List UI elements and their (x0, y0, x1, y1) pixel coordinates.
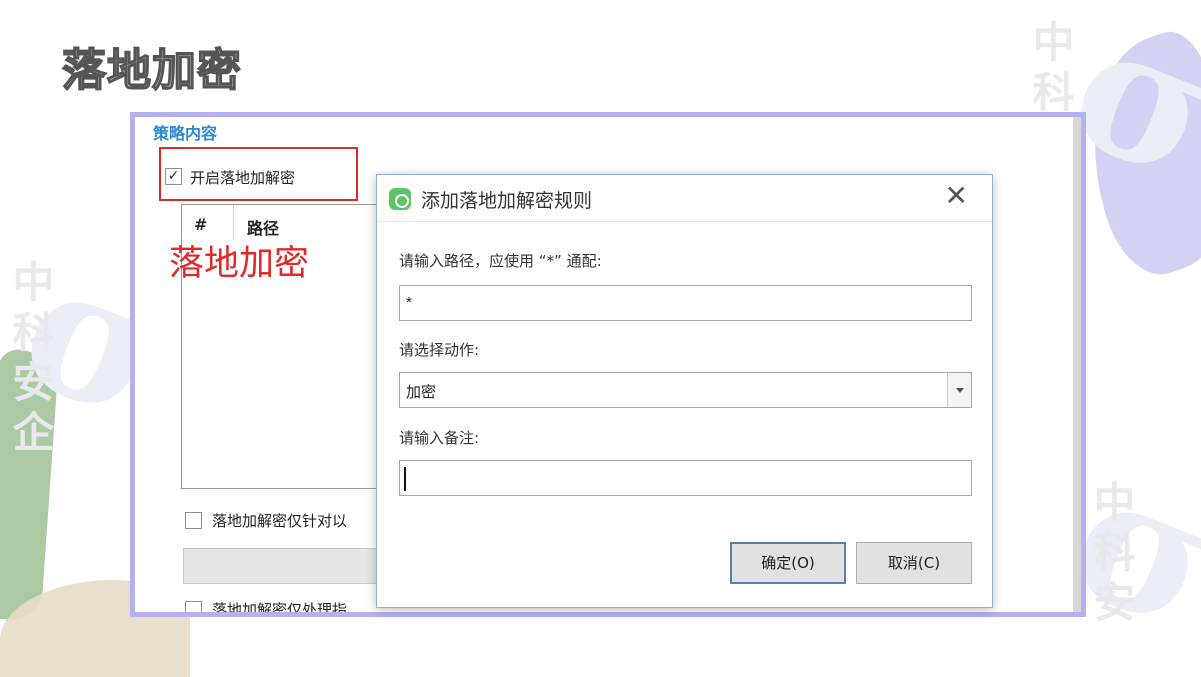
action-select[interactable]: 加密 (399, 372, 972, 408)
ok-button[interactable]: 确定(O) (730, 542, 846, 584)
path-label: 请输入路径，应使用 “*” 通配: (399, 252, 602, 270)
enable-decrypt-checkbox[interactable]: ✓ (165, 168, 182, 185)
text-caret (404, 467, 406, 491)
cancel-button[interactable]: 取消(C) (856, 542, 972, 584)
chevron-down-icon[interactable] (947, 373, 971, 407)
section-label-policy-content: 策略内容 (153, 124, 218, 143)
option-label-scope: 落地加解密仅针对以 (212, 512, 348, 530)
list-column-divider (233, 205, 234, 239)
slide-title: 落地加密 (61, 44, 242, 97)
annotation-text: 落地加密 (169, 244, 310, 284)
option-checkbox-scope[interactable] (185, 512, 202, 529)
option-label-process: 落地加解密仅处理指 (212, 601, 348, 617)
action-label: 请选择动作: (399, 341, 480, 359)
note-input[interactable] (399, 460, 972, 496)
add-rule-dialog: 添加落地加解密规则 ✕ 请输入路径，应使用 “*” 通配: * 请选择动作: 加… (376, 174, 993, 608)
action-select-value: 加密 (406, 383, 437, 401)
scrollbar[interactable] (1073, 117, 1081, 612)
enable-decrypt-label: 开启落地加解密 (190, 169, 296, 187)
dialog-title: 添加落地加解密规则 (421, 190, 593, 212)
app-icon (389, 188, 411, 210)
list-header-index: # (194, 215, 208, 234)
path-input[interactable]: * (399, 285, 972, 321)
note-label: 请输入备注: (399, 429, 480, 447)
close-icon[interactable]: ✕ (945, 182, 968, 210)
option-checkbox-process[interactable] (185, 601, 202, 612)
dialog-titlebar: 添加落地加解密规则 ✕ (377, 175, 992, 222)
watermark-text: 中科安企 (6, 260, 55, 460)
